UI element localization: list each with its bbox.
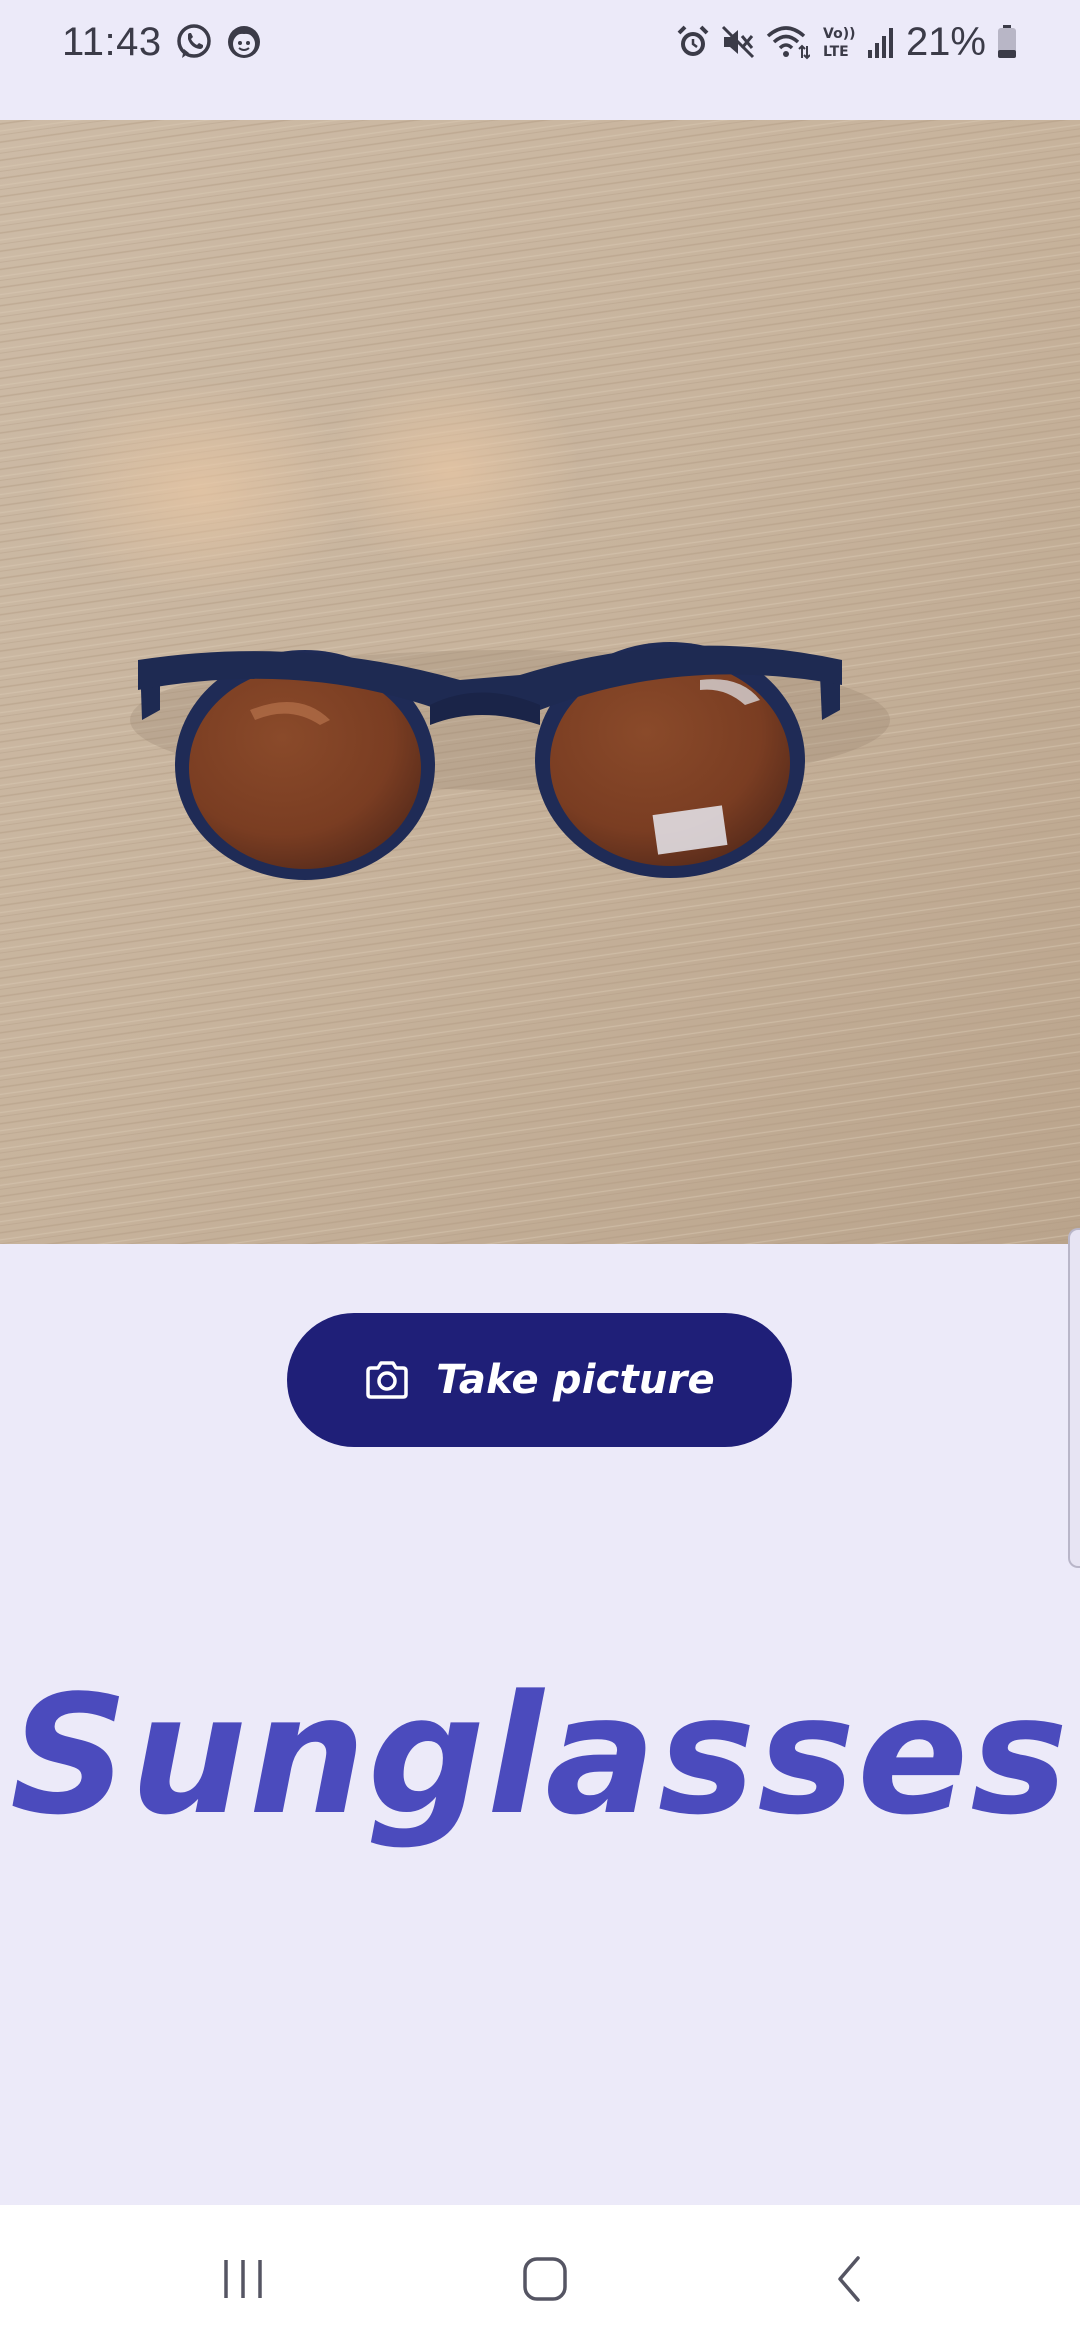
whatsapp-icon	[174, 22, 214, 62]
alarm-icon	[676, 24, 710, 60]
battery-icon	[996, 24, 1018, 60]
recents-button[interactable]	[203, 2249, 283, 2309]
captured-photo	[0, 120, 1080, 1244]
volte-label-bottom: LTE	[823, 44, 849, 60]
camera-icon	[364, 1360, 410, 1400]
kid-face-icon	[226, 24, 262, 60]
battery-percentage: 21%	[905, 19, 986, 64]
signal-icon	[866, 24, 896, 60]
home-icon	[520, 2254, 570, 2304]
mute-icon	[720, 24, 756, 60]
status-time: 11:43	[62, 19, 162, 64]
home-button[interactable]	[505, 2249, 585, 2309]
status-right-group: Vo)) LTE 21%	[676, 18, 1018, 66]
back-button[interactable]	[810, 2249, 890, 2309]
recents-icon	[218, 2256, 268, 2302]
take-picture-button[interactable]: Take picture	[287, 1313, 792, 1447]
wifi-icon	[766, 24, 810, 60]
status-left-group: 11:43	[62, 18, 262, 66]
edge-panel-handle[interactable]	[1068, 1228, 1080, 1568]
volte-label-top: Vo))	[823, 26, 855, 42]
back-icon	[830, 2254, 870, 2304]
navigation-bar	[0, 2205, 1080, 2340]
prediction-label: Sunglasses	[10, 1660, 1070, 1851]
status-bar: 11:43 Vo)) LTE 21%	[0, 0, 1080, 120]
take-picture-label: Take picture	[436, 1357, 715, 1403]
volte-icon: Vo)) LTE	[820, 23, 856, 61]
